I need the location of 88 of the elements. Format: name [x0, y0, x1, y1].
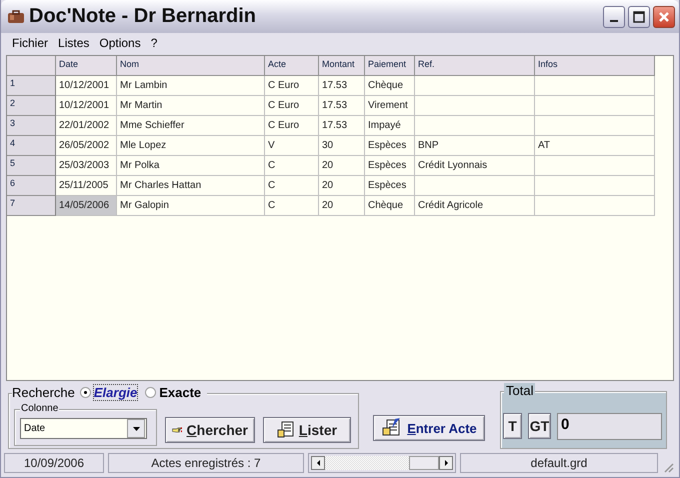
- column-header[interactable]: Infos: [535, 56, 655, 76]
- table-cell: Espèces: [365, 176, 415, 196]
- status-date: 10/09/2006: [4, 453, 104, 473]
- table-cell: Espèces: [365, 136, 415, 156]
- row-header[interactable]: 7: [7, 196, 56, 216]
- close-icon: [658, 10, 670, 22]
- maximize-icon: [633, 10, 645, 22]
- window-title: Doc'Note - Dr Bernardin: [29, 5, 258, 28]
- table-cell: Mr Charles Hattan: [117, 176, 265, 196]
- table-cell: Chèque: [365, 76, 415, 96]
- table-cell: 10/12/2001: [56, 76, 117, 96]
- table-cell: C: [265, 176, 319, 196]
- total-button[interactable]: T: [503, 413, 522, 439]
- menu-item[interactable]: Listes: [53, 36, 94, 50]
- radio-label[interactable]: Elargie: [94, 385, 138, 400]
- table-cell: Impayé: [365, 116, 415, 136]
- row-header[interactable]: 4: [7, 136, 56, 156]
- menu-item[interactable]: ?: [146, 36, 162, 50]
- table-cell: Mr Galopin: [117, 196, 265, 216]
- table-cell: 17.53: [319, 96, 365, 116]
- table-cell: BNP: [415, 136, 535, 156]
- table-cell: C Euro: [265, 76, 319, 96]
- table-cell: 20: [319, 176, 365, 196]
- table-cell: Mr Lambin: [117, 76, 265, 96]
- table-cell: Mme Schieffer: [117, 116, 265, 136]
- resize-grip-icon: [662, 461, 676, 473]
- menu-item[interactable]: Fichier: [7, 36, 54, 50]
- briefcase-icon: [7, 10, 25, 24]
- total-field: 0: [557, 413, 662, 440]
- table-cell: Crédit Lyonnais: [415, 156, 535, 176]
- table-cell: C: [265, 196, 319, 216]
- minimize-button[interactable]: [603, 6, 625, 28]
- table-cell: 25/03/2003: [56, 156, 117, 176]
- left-arrow-icon: [316, 460, 320, 466]
- table-cell: 20: [319, 196, 365, 216]
- table-cell: Crédit Agricole: [415, 196, 535, 216]
- table-cell: Mle Lopez: [117, 136, 265, 156]
- search-button[interactable]: Chercher: [165, 417, 255, 443]
- close-button[interactable]: [653, 6, 675, 28]
- group-title: Recherche: [12, 385, 75, 400]
- radio-button[interactable]: [145, 387, 156, 398]
- row-header[interactable]: 3: [7, 116, 56, 136]
- group-title: Total: [504, 383, 536, 398]
- table-cell: V: [265, 136, 319, 156]
- column-header[interactable]: Ref.: [415, 56, 535, 76]
- table-cell: Chèque: [365, 196, 415, 216]
- group-title: Colonne: [20, 403, 60, 414]
- column-dropdown[interactable]: Date: [20, 418, 147, 439]
- table-cell: Espèces: [365, 156, 415, 176]
- row-header[interactable]: 1: [7, 76, 56, 96]
- column-header[interactable]: Acte: [265, 56, 319, 76]
- document-icon: [276, 421, 295, 439]
- table-cell: 10/12/2001: [56, 96, 117, 116]
- radio-label[interactable]: Exacte: [159, 385, 202, 400]
- table-cell: 26/05/2002: [56, 136, 117, 156]
- radio-button[interactable]: [80, 387, 91, 398]
- table-cell: C: [265, 156, 319, 176]
- enter-act-button[interactable]: Entrer Acte: [373, 415, 485, 441]
- column-header[interactable]: Date: [56, 56, 117, 76]
- column-header[interactable]: Montant: [319, 56, 365, 76]
- menu-item[interactable]: Options: [94, 36, 146, 50]
- column-header[interactable]: Paiement: [365, 56, 415, 76]
- table-cell: C Euro: [265, 96, 319, 116]
- table-cell: Mr Polka: [117, 156, 265, 176]
- row-header[interactable]: 5: [7, 156, 56, 176]
- status-file: default.grd: [460, 453, 658, 473]
- table-cell: 14/05/2006: [56, 196, 117, 216]
- scroll-thumb[interactable]: [409, 456, 439, 470]
- minimize-icon: [610, 20, 618, 22]
- row-header[interactable]: 2: [7, 96, 56, 116]
- scroll-bar[interactable]: [308, 453, 456, 473]
- column-header[interactable]: Nom: [117, 56, 265, 76]
- table-cell: Virement: [365, 96, 415, 116]
- table-cell: 20: [319, 156, 365, 176]
- dropdown-arrow-icon: [132, 426, 140, 430]
- maximize-button[interactable]: [628, 6, 650, 28]
- table-cell: 30: [319, 136, 365, 156]
- status-count: Actes enregistrés : 7: [108, 453, 304, 473]
- table-cell: AT: [535, 136, 655, 156]
- table-cell: 17.53: [319, 116, 365, 136]
- table-cell: C Euro: [265, 116, 319, 136]
- row-header[interactable]: 6: [7, 176, 56, 196]
- table-cell: 17.53: [319, 76, 365, 96]
- total-button[interactable]: GT: [528, 413, 551, 439]
- table-cell: Mr Martin: [117, 96, 265, 116]
- list-button[interactable]: Lister: [263, 417, 351, 443]
- table-cell: 22/01/2002: [56, 116, 117, 136]
- right-arrow-icon: [444, 460, 448, 466]
